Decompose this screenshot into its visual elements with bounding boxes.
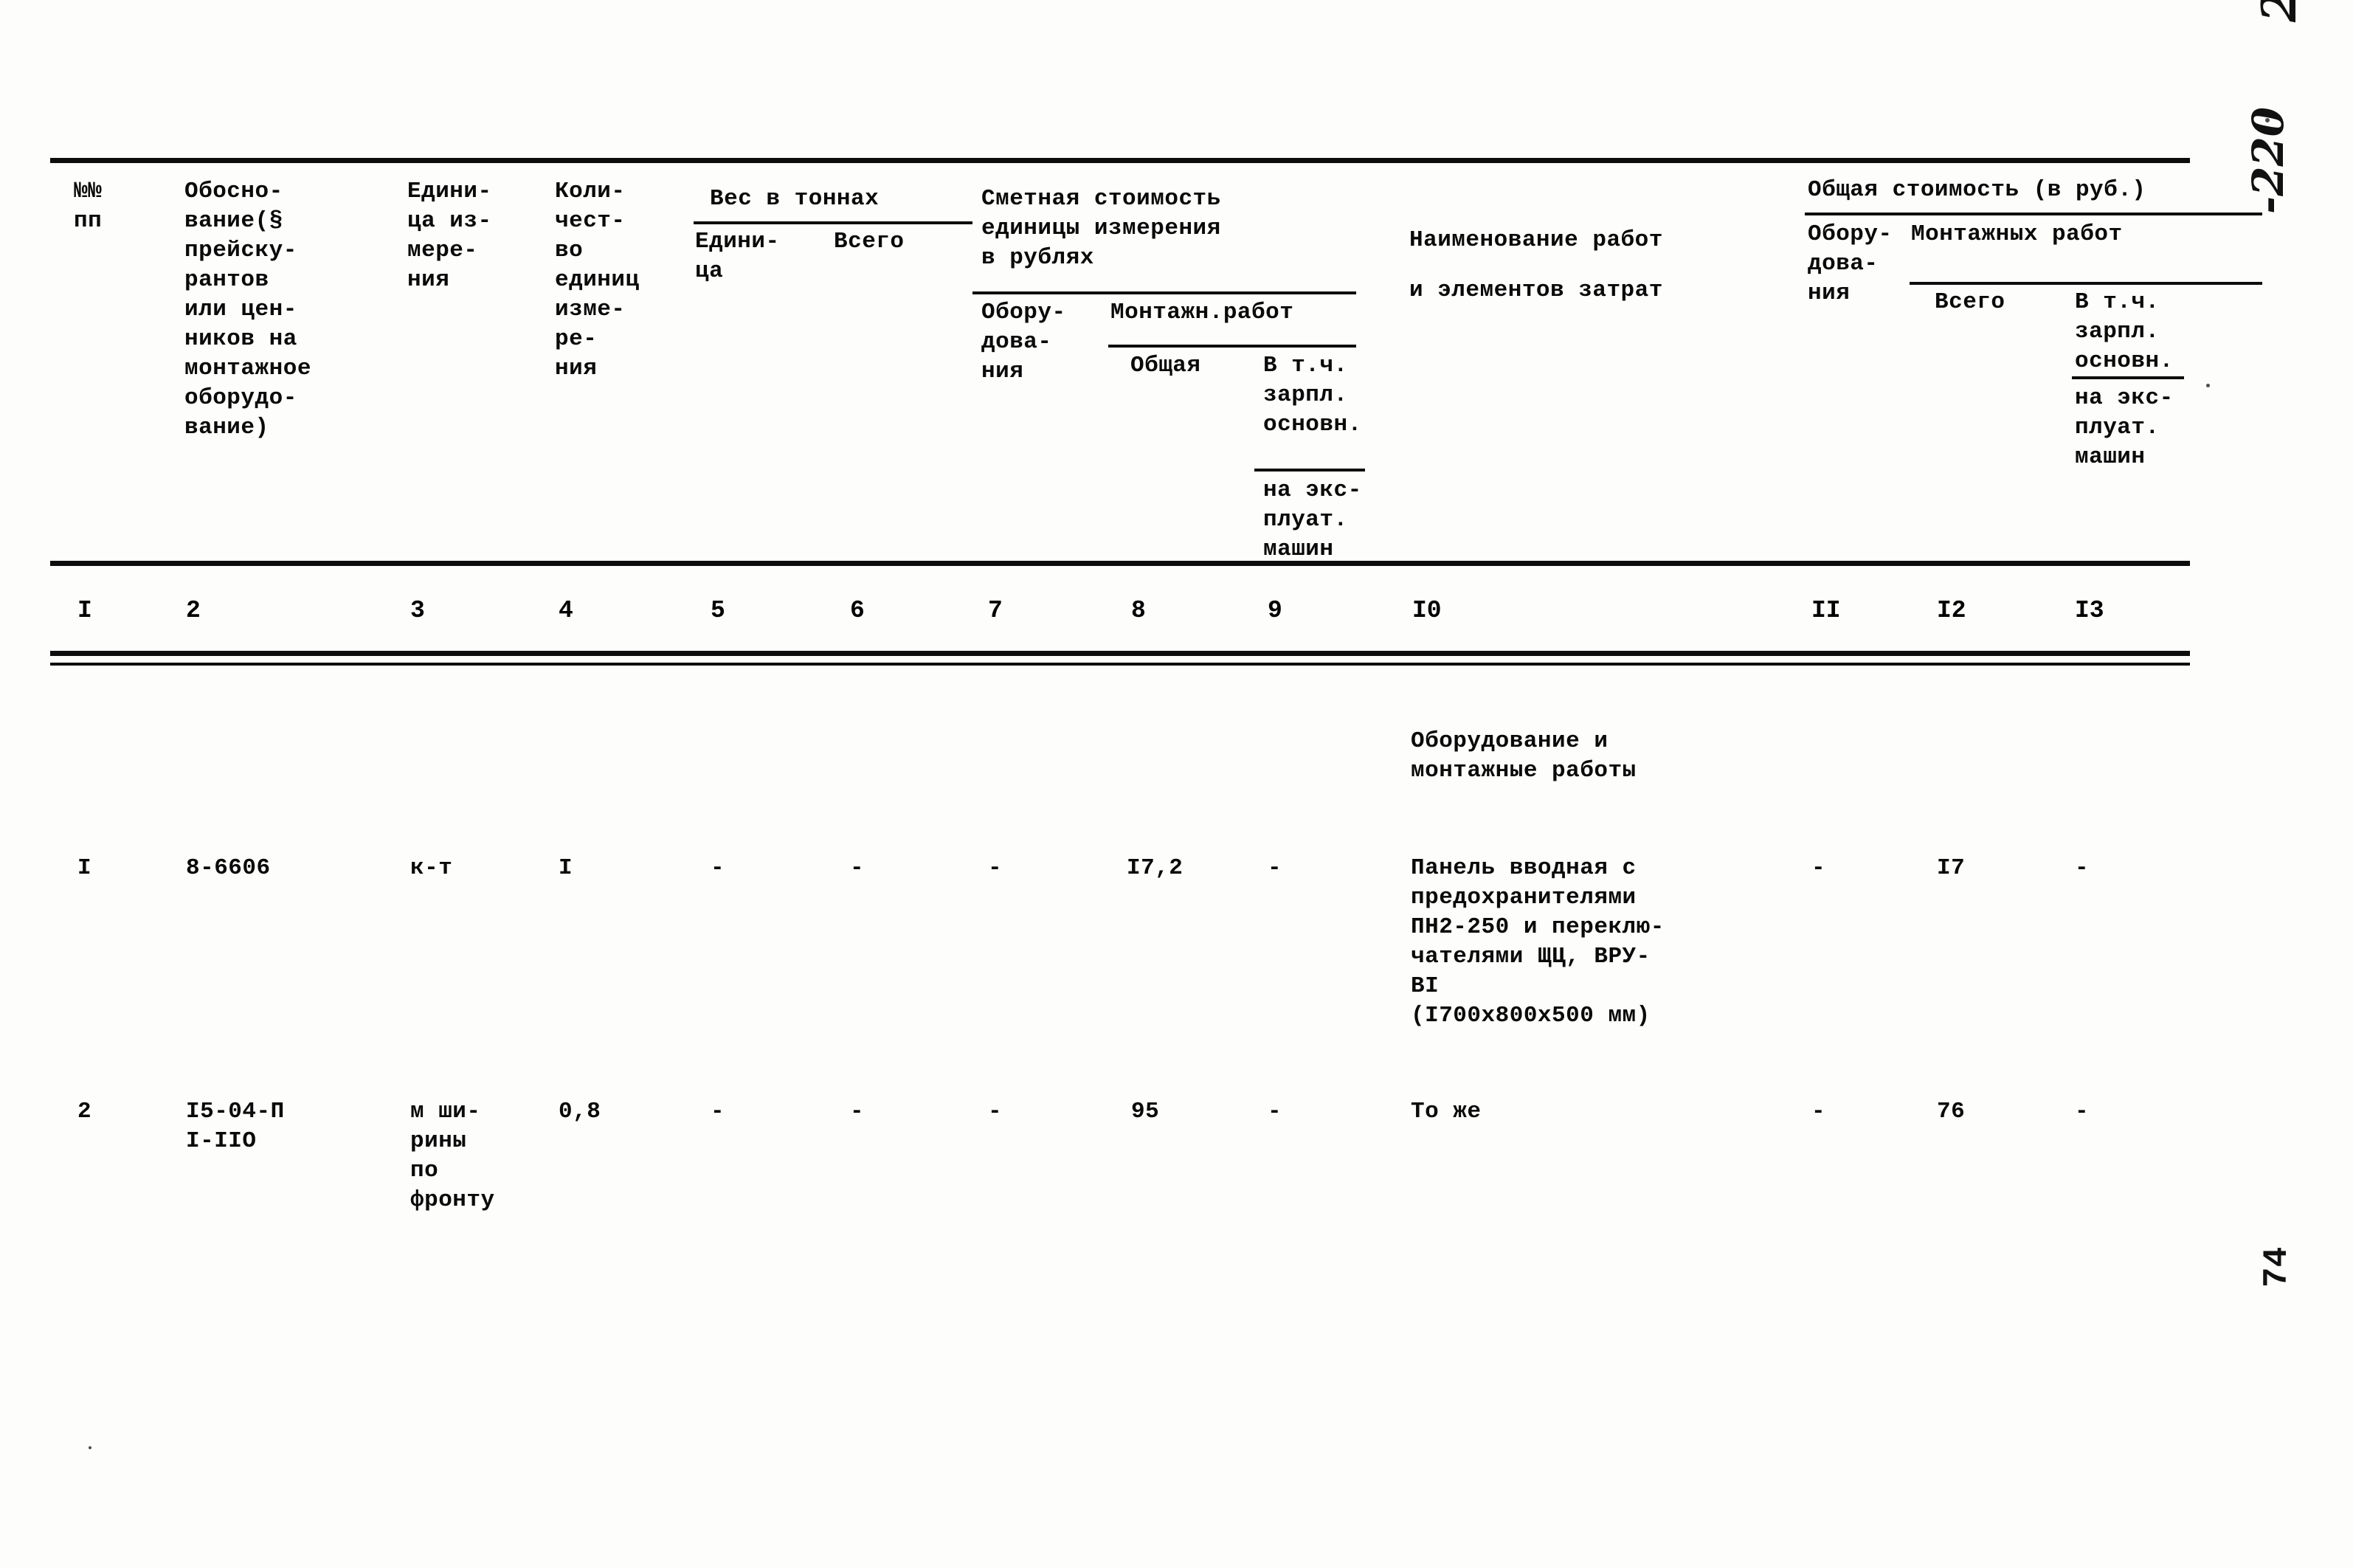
header-col10: Наименование работ и элементов затрат xyxy=(1409,227,1663,303)
row2-est-install-wage: - xyxy=(1268,1099,1282,1125)
estimate-install-rule xyxy=(1108,345,1356,348)
header-total-group-title: Общая стоимость (в руб.) xyxy=(1808,177,2146,203)
total-wage-rule xyxy=(2072,376,2184,379)
page-number-marking: 74 xyxy=(2258,1246,2296,1288)
row2-num: 2 xyxy=(77,1099,92,1125)
row2-total-equipment: - xyxy=(1811,1099,1826,1125)
row1-description: Панель вводная с предохранителями ПН2-25… xyxy=(1411,855,1665,1029)
header-estimate-install-title: Монтажн.работ xyxy=(1110,300,1294,325)
header-estimate-install-machines: на экс- плуат. машин xyxy=(1263,477,1362,562)
colnum-6: 6 xyxy=(850,597,865,624)
weight-group-title-rule xyxy=(694,221,972,224)
header-bottom-border xyxy=(50,561,2190,566)
row1-est-equipment: - xyxy=(988,855,1003,881)
table-top-border xyxy=(50,158,2190,163)
row1-weight-total: - xyxy=(850,855,865,881)
row2-qty: 0,8 xyxy=(559,1099,601,1125)
header-total-install-wage: В т.ч. зарпл. основн. xyxy=(2075,289,2174,374)
row1-total-equipment: - xyxy=(1811,855,1826,881)
colnum-9: 9 xyxy=(1268,597,1282,624)
row2-description: То же xyxy=(1411,1099,1482,1125)
header-col1: №№ пп xyxy=(74,179,103,234)
colnum-10: I0 xyxy=(1412,597,1442,624)
header-estimate-install-total: Общая xyxy=(1130,353,1201,379)
colnum-12: I2 xyxy=(1937,597,1966,624)
row1-est-install-wage: - xyxy=(1268,855,1282,881)
row1-weight-unit: - xyxy=(711,855,725,881)
header-col2: Обосно- вание(§ прейску- рантов или цен-… xyxy=(184,179,311,441)
row2-est-install-total: 95 xyxy=(1131,1099,1160,1125)
section-title: Оборудование и монтажные работы xyxy=(1411,728,1637,784)
total-install-rule xyxy=(1910,282,2262,285)
total-group-title-rule xyxy=(1805,213,2262,215)
scan-speck xyxy=(89,1446,91,1449)
header-weight-unit: Едини- ца xyxy=(695,229,780,284)
header-weight-total: Всего xyxy=(834,229,905,255)
row1-unit: к-т xyxy=(410,855,453,881)
row1-basis: 8-6606 xyxy=(186,855,271,881)
row1-total-install-wage: - xyxy=(2075,855,2090,881)
row2-basis: I5-04-П I-IIO xyxy=(186,1099,285,1154)
header-total-install-total: Всего xyxy=(1935,289,2005,315)
header-total-install-machines: на экс- плуат. машин xyxy=(2075,385,2174,470)
handwritten-margin-note: -220 xyxy=(2243,106,2293,214)
numbers-bottom-border xyxy=(50,651,2190,656)
colnum-7: 7 xyxy=(988,597,1003,624)
handwritten-top-right-number: 264 xyxy=(2252,0,2307,22)
document-page: №№ пп Обосно- вание(§ прейску- рантов ил… xyxy=(0,0,2353,1568)
scan-speck xyxy=(2265,118,2270,122)
row1-num: I xyxy=(77,855,92,881)
colnum-13: I3 xyxy=(2075,597,2104,624)
scan-speck xyxy=(2206,384,2210,387)
row2-weight-unit: - xyxy=(711,1099,725,1125)
row2-total-install-all: 76 xyxy=(1937,1099,1966,1125)
header-total-install-title: Монтажных работ xyxy=(1911,221,2123,247)
header-estimate-install-wage: В т.ч. зарпл. основн. xyxy=(1263,353,1362,438)
header-col4: Коли- чест- во единиц изме- ре- ния xyxy=(555,179,640,381)
colnum-11: II xyxy=(1811,597,1841,624)
header-estimate-equipment: Обору- дова- ния xyxy=(981,300,1066,384)
row1-total-install-all: I7 xyxy=(1937,855,1966,881)
row2-weight-total: - xyxy=(850,1099,865,1125)
colnum-8: 8 xyxy=(1131,597,1146,624)
estimate-group-title-rule xyxy=(972,291,1356,294)
colnum-5: 5 xyxy=(711,597,725,624)
header-weight-group-title: Вес в тоннах xyxy=(710,186,880,212)
row2-unit: м ши- рины по фронту xyxy=(410,1099,495,1213)
colnum-4: 4 xyxy=(559,597,573,624)
row2-total-install-wage: - xyxy=(2075,1099,2090,1125)
header-col3: Едини- ца из- мере- ния xyxy=(407,179,492,293)
estimate-wage-rule xyxy=(1254,469,1365,472)
colnum-2: 2 xyxy=(186,597,201,624)
numbers-bottom-border-2 xyxy=(50,663,2190,666)
row1-qty: I xyxy=(559,855,573,881)
colnum-3: 3 xyxy=(410,597,425,624)
colnum-1: I xyxy=(77,597,92,624)
header-total-equipment: Обору- дова- ния xyxy=(1808,221,1893,306)
row1-est-install-total: I7,2 xyxy=(1127,855,1184,881)
header-estimate-group-title: Сметная стоимость единицы измерения в ру… xyxy=(981,186,1221,271)
row2-est-equipment: - xyxy=(988,1099,1003,1125)
